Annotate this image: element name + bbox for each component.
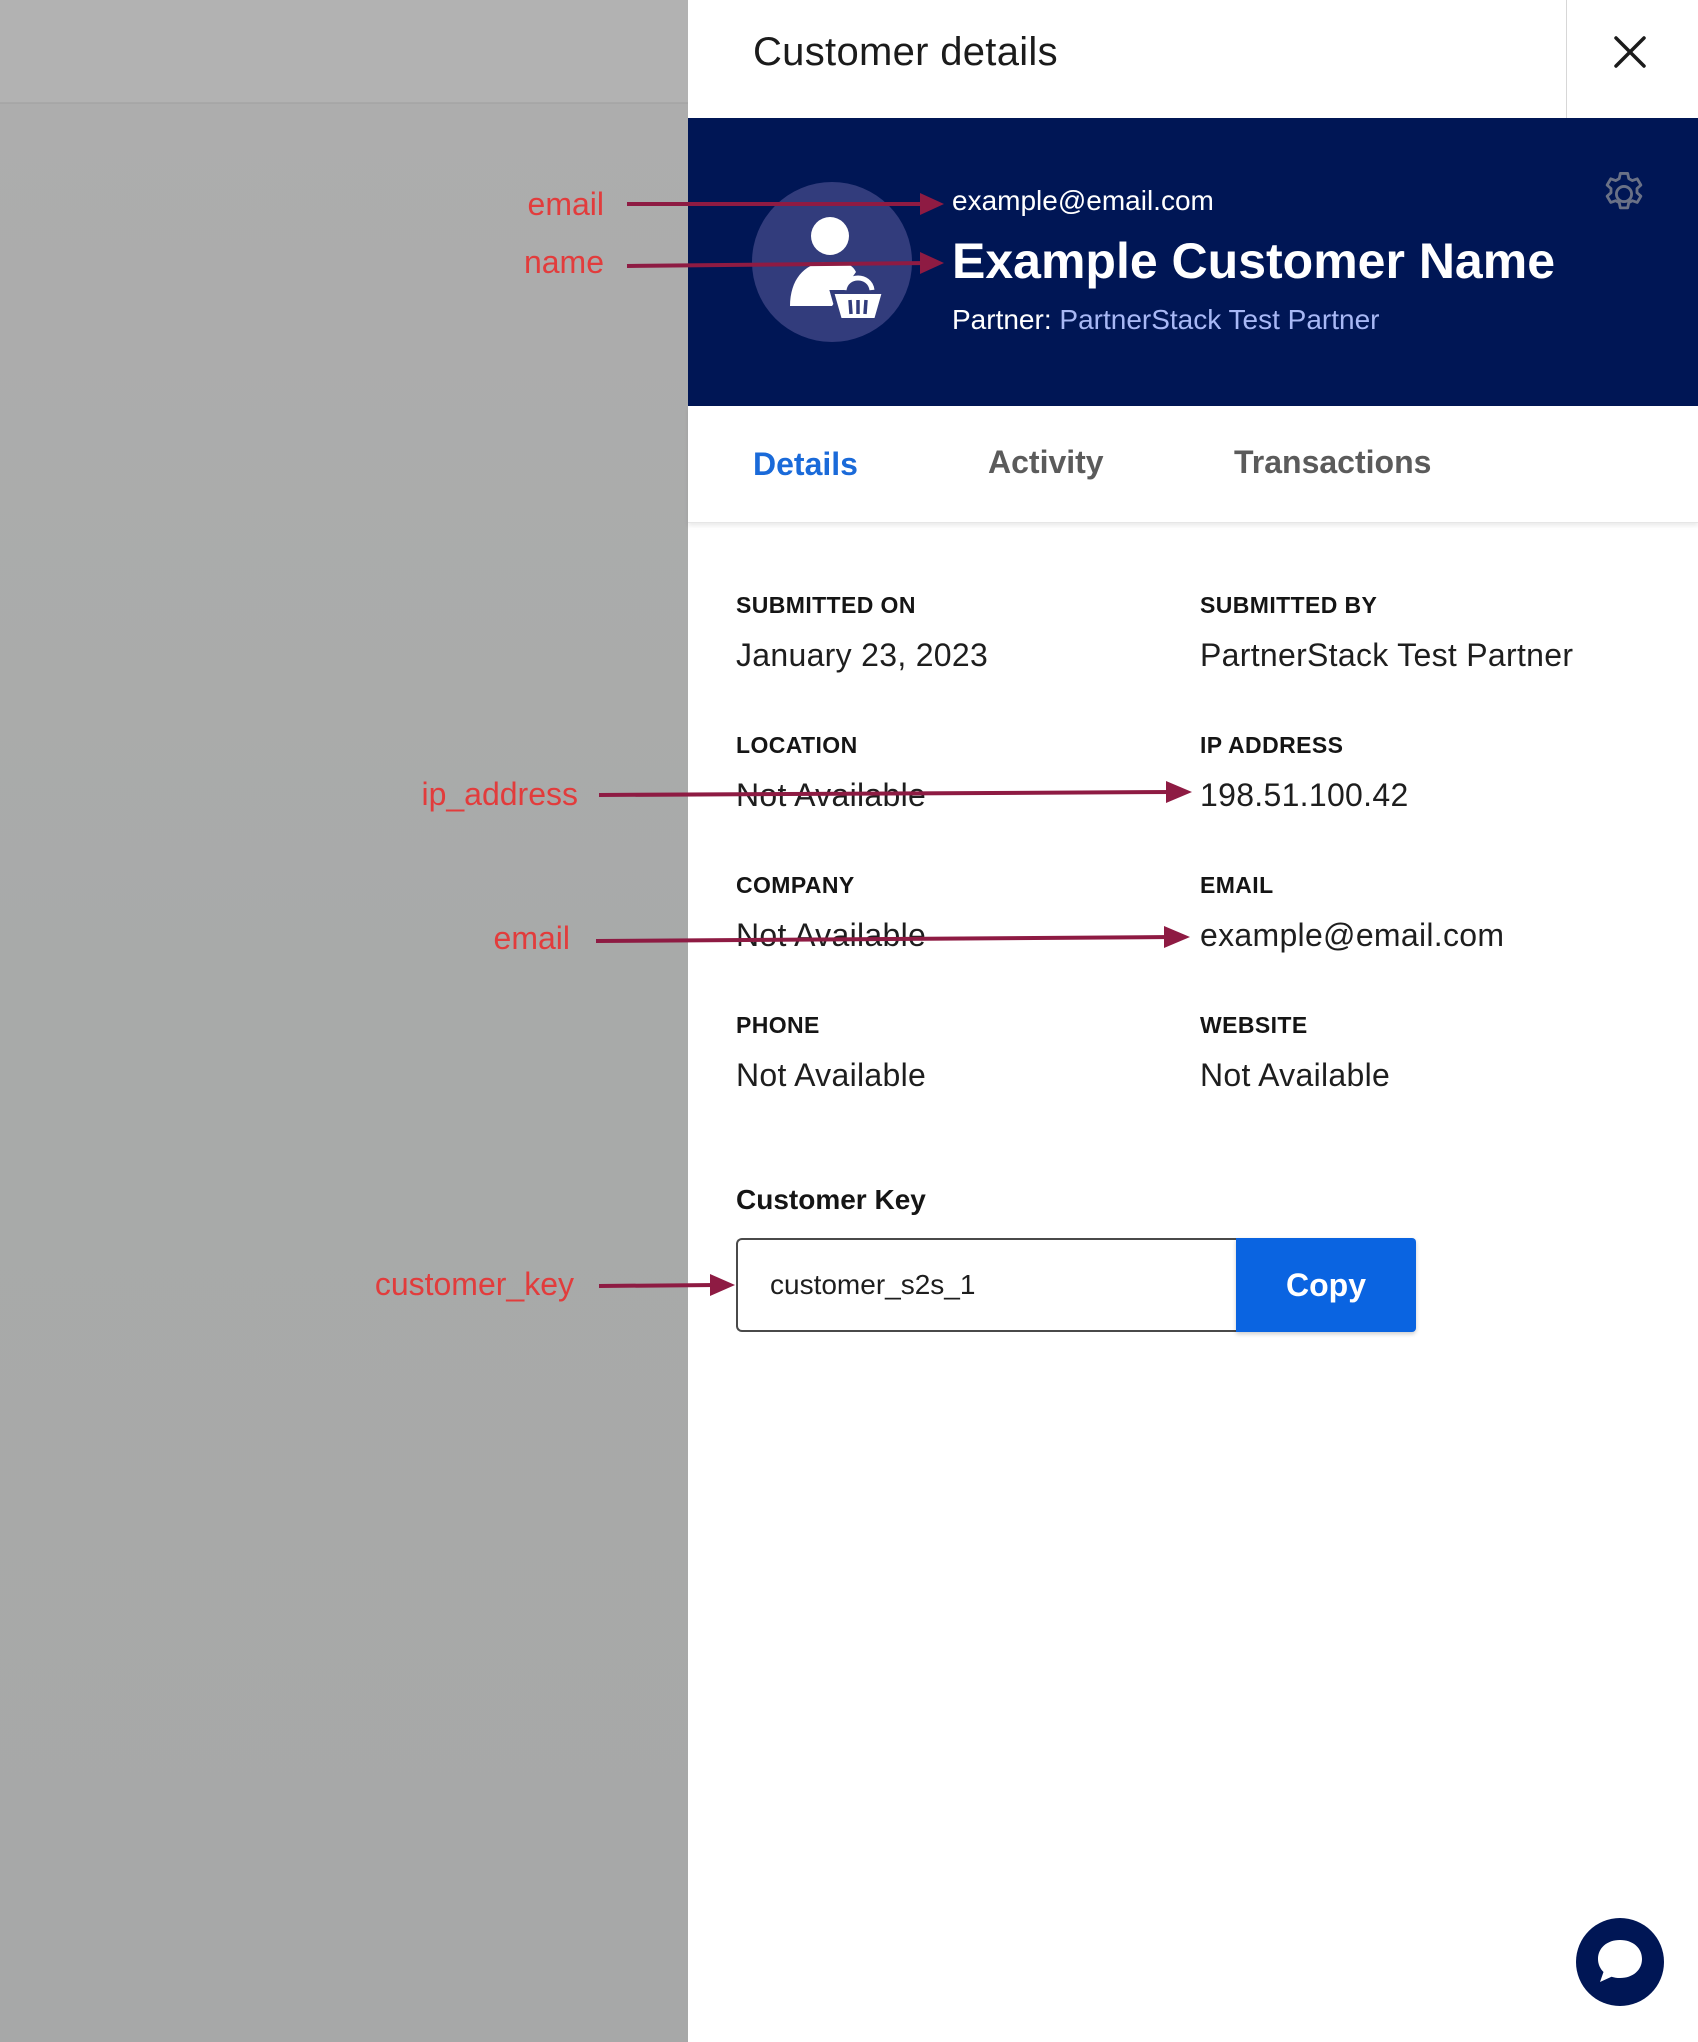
annotation-arrows xyxy=(595,193,1192,1296)
arrow-email-field xyxy=(595,935,1174,943)
arrow-customer-key xyxy=(598,1283,717,1288)
arrow-ip-address xyxy=(598,790,1176,797)
arrow-name xyxy=(626,261,931,268)
